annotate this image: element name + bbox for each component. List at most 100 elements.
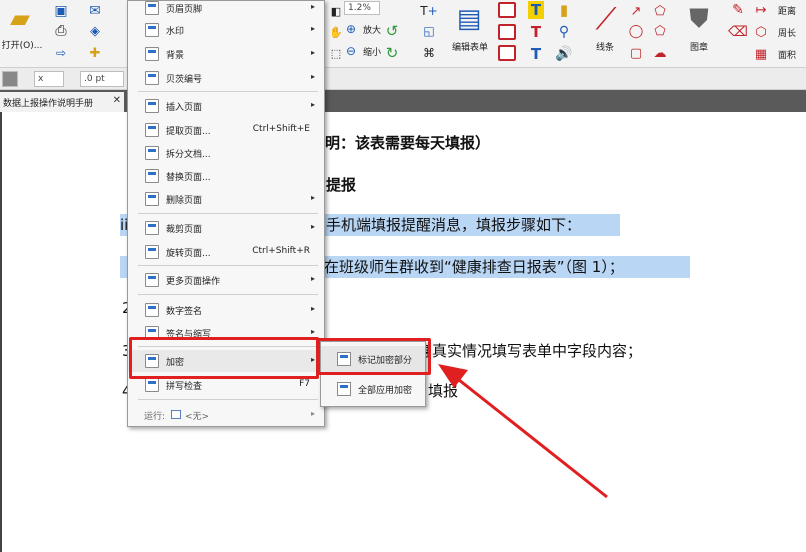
run-label: 运行: bbox=[144, 412, 166, 422]
annotation-arrow bbox=[438, 364, 608, 499]
perimeter-label[interactable]: 周长 bbox=[772, 22, 802, 42]
zoom-level-field[interactable]: 1.2% bbox=[344, 1, 380, 15]
menu-item-crop-page[interactable]: 裁剪页面 ▸ bbox=[128, 217, 324, 239]
strikeout-icon[interactable]: T bbox=[526, 22, 546, 42]
menu-separator bbox=[138, 213, 318, 214]
line-style-field[interactable]: x bbox=[34, 71, 64, 87]
line-width-field[interactable]: .0 pt bbox=[80, 71, 124, 87]
export-icon[interactable]: ⇨ bbox=[52, 44, 70, 62]
delete-page-icon bbox=[145, 192, 159, 206]
rotate-page-icon bbox=[145, 245, 159, 259]
menu-run-row[interactable]: 运行: <无> ▸ bbox=[128, 404, 324, 426]
menu-item-replace-page[interactable]: 替换页面... bbox=[128, 165, 324, 187]
lines-label[interactable]: 线条 bbox=[590, 40, 620, 53]
open-button-label[interactable]: 打开(O)... bbox=[0, 38, 44, 51]
menu-item-split-document[interactable]: 拆分文档... bbox=[128, 142, 324, 164]
ribbon-toolbar: ▰ 打开(O)... ▣ ⎙ ⇨ ✉ ◈ ✚ ◧ ✋ ⬚ 1.2% ⊕ 放大 ⊖… bbox=[0, 0, 806, 68]
bates-numbering-icon bbox=[145, 71, 159, 85]
stamp-icon[interactable]: ⛊ bbox=[684, 2, 714, 36]
zoom-in-icon[interactable]: ⊕ bbox=[344, 22, 358, 36]
menu-item-background[interactable]: 背景 ▸ bbox=[128, 43, 324, 65]
menu-item-more-page-actions[interactable]: 更多页面操作 ▸ bbox=[128, 269, 324, 291]
submenu-item-apply-all-encrypt[interactable]: 全部应用加密 bbox=[321, 376, 425, 402]
watermark-icon bbox=[145, 23, 159, 37]
touchup-icon[interactable]: ⌘ bbox=[416, 44, 442, 62]
menu-item-bates-numbering[interactable]: 贝茨编号 ▸ bbox=[128, 67, 324, 89]
marquee-zoom-icon[interactable]: ⬚ bbox=[328, 45, 344, 61]
line-tool-icon[interactable]: ⟋ bbox=[586, 2, 626, 37]
insert-page-icon bbox=[145, 99, 159, 113]
close-tab-icon[interactable]: ✕ bbox=[113, 95, 121, 106]
spell-check-icon bbox=[145, 378, 159, 392]
save-icon[interactable]: ▣ bbox=[52, 2, 70, 20]
crop-page-icon bbox=[145, 221, 159, 235]
menu-separator bbox=[138, 265, 318, 266]
hand-tool-icon[interactable]: ✋ bbox=[328, 24, 344, 40]
replace-page-icon bbox=[145, 169, 159, 183]
new-document-icon[interactable]: ✚ bbox=[84, 44, 106, 62]
split-document-icon bbox=[145, 146, 159, 160]
background-icon bbox=[145, 47, 159, 61]
area-icon[interactable]: ▦ bbox=[752, 44, 770, 64]
apply-encrypt-icon bbox=[337, 382, 351, 396]
menu-item-delete-page[interactable]: 删除页面 ▸ bbox=[128, 188, 324, 210]
text-box-icon[interactable] bbox=[498, 2, 516, 18]
highlight-text-icon[interactable]: T bbox=[526, 0, 546, 20]
sound-icon[interactable]: 🔊 bbox=[554, 44, 574, 64]
rotate-right-icon[interactable]: ↻ bbox=[382, 44, 402, 62]
menu-separator bbox=[138, 399, 318, 400]
edit-form-icon[interactable]: ▤ bbox=[452, 2, 486, 36]
run-value: <无> bbox=[185, 412, 210, 422]
typewriter-icon[interactable] bbox=[498, 45, 516, 61]
document-page: 说明：该表需要每天填报） 提报 ii 手机端填报提醒消息，填报步骤如下： 在班级… bbox=[0, 112, 806, 552]
edit-text-icon[interactable]: T+ bbox=[416, 2, 442, 20]
menu-item-digital-signature[interactable]: 数字签名 ▸ bbox=[128, 299, 324, 321]
pentagon-tool-icon[interactable]: ⬠ bbox=[650, 22, 670, 40]
zoom-in-label[interactable]: 放大 bbox=[360, 22, 384, 36]
format-toolbar: x .0 pt bbox=[0, 68, 806, 90]
menu-separator bbox=[138, 294, 318, 295]
open-folder-icon[interactable]: ▰ bbox=[2, 4, 38, 34]
document-tab[interactable]: 数据上报操作说明手册 ✕ bbox=[0, 92, 124, 112]
more-page-actions-icon bbox=[145, 273, 159, 287]
print-icon[interactable]: ⎙ bbox=[52, 22, 70, 40]
oval-tool-icon[interactable]: ◯ bbox=[626, 22, 646, 40]
rotate-left-icon[interactable]: ↺ bbox=[382, 22, 402, 40]
annotation-box-encrypt bbox=[129, 337, 319, 379]
arrow-tool-icon[interactable]: ↗ bbox=[626, 2, 646, 20]
attach-icon[interactable]: ⚲ bbox=[554, 22, 574, 42]
distance-icon[interactable]: ↦ bbox=[752, 0, 770, 20]
document-tab-title: 数据上报操作说明手册 bbox=[3, 98, 94, 109]
stamp-label[interactable]: 图章 bbox=[682, 40, 716, 53]
zoom-out-label[interactable]: 缩小 bbox=[360, 44, 384, 58]
underline-icon[interactable]: T bbox=[526, 44, 546, 64]
menu-item-watermark[interactable]: 水印 ▸ bbox=[128, 19, 324, 41]
area-label[interactable]: 面积 bbox=[772, 44, 802, 64]
note-icon[interactable]: ▮ bbox=[554, 0, 574, 20]
header-footer-icon bbox=[145, 1, 159, 15]
extract-page-icon bbox=[145, 123, 159, 137]
select-text-icon[interactable]: ◧ bbox=[328, 3, 344, 19]
menu-item-insert-page[interactable]: 插入页面 ▸ bbox=[128, 95, 324, 117]
edit-form-label[interactable]: 编辑表单 bbox=[450, 40, 490, 53]
fill-color-swatch[interactable] bbox=[2, 71, 18, 87]
distance-label[interactable]: 距离 bbox=[772, 0, 802, 20]
email-icon[interactable]: ✉ bbox=[84, 2, 106, 20]
menu-item-rotate-page[interactable]: 旋转页面... Ctrl+Shift+R bbox=[128, 241, 324, 263]
polygon-tool-icon[interactable]: ⬠ bbox=[650, 2, 670, 20]
zoom-out-icon[interactable]: ⊖ bbox=[344, 44, 358, 58]
callout-icon[interactable] bbox=[498, 24, 516, 40]
run-macro-icon bbox=[171, 410, 181, 419]
menu-item-extract-page[interactable]: 提取页面... Ctrl+Shift+E bbox=[128, 119, 324, 141]
document-tab-strip: 数据上报操作说明手册 ✕ bbox=[0, 90, 806, 112]
digital-signature-icon bbox=[145, 303, 159, 317]
add-object-icon[interactable]: ◱ bbox=[416, 22, 442, 40]
perimeter-icon[interactable]: ⬡ bbox=[752, 22, 770, 42]
cloud-tool-icon[interactable]: ☁ bbox=[650, 44, 670, 62]
pencil-icon[interactable]: ✎ bbox=[728, 0, 748, 20]
rectangle-tool-icon[interactable]: ▢ bbox=[626, 44, 646, 62]
annotation-box-mark-encrypt bbox=[317, 338, 431, 375]
menu-item-header-footer[interactable]: 页眉页脚 ▸ bbox=[128, 0, 324, 19]
eraser-icon[interactable]: ⌫ bbox=[728, 22, 748, 42]
scan-icon[interactable]: ◈ bbox=[84, 22, 106, 40]
